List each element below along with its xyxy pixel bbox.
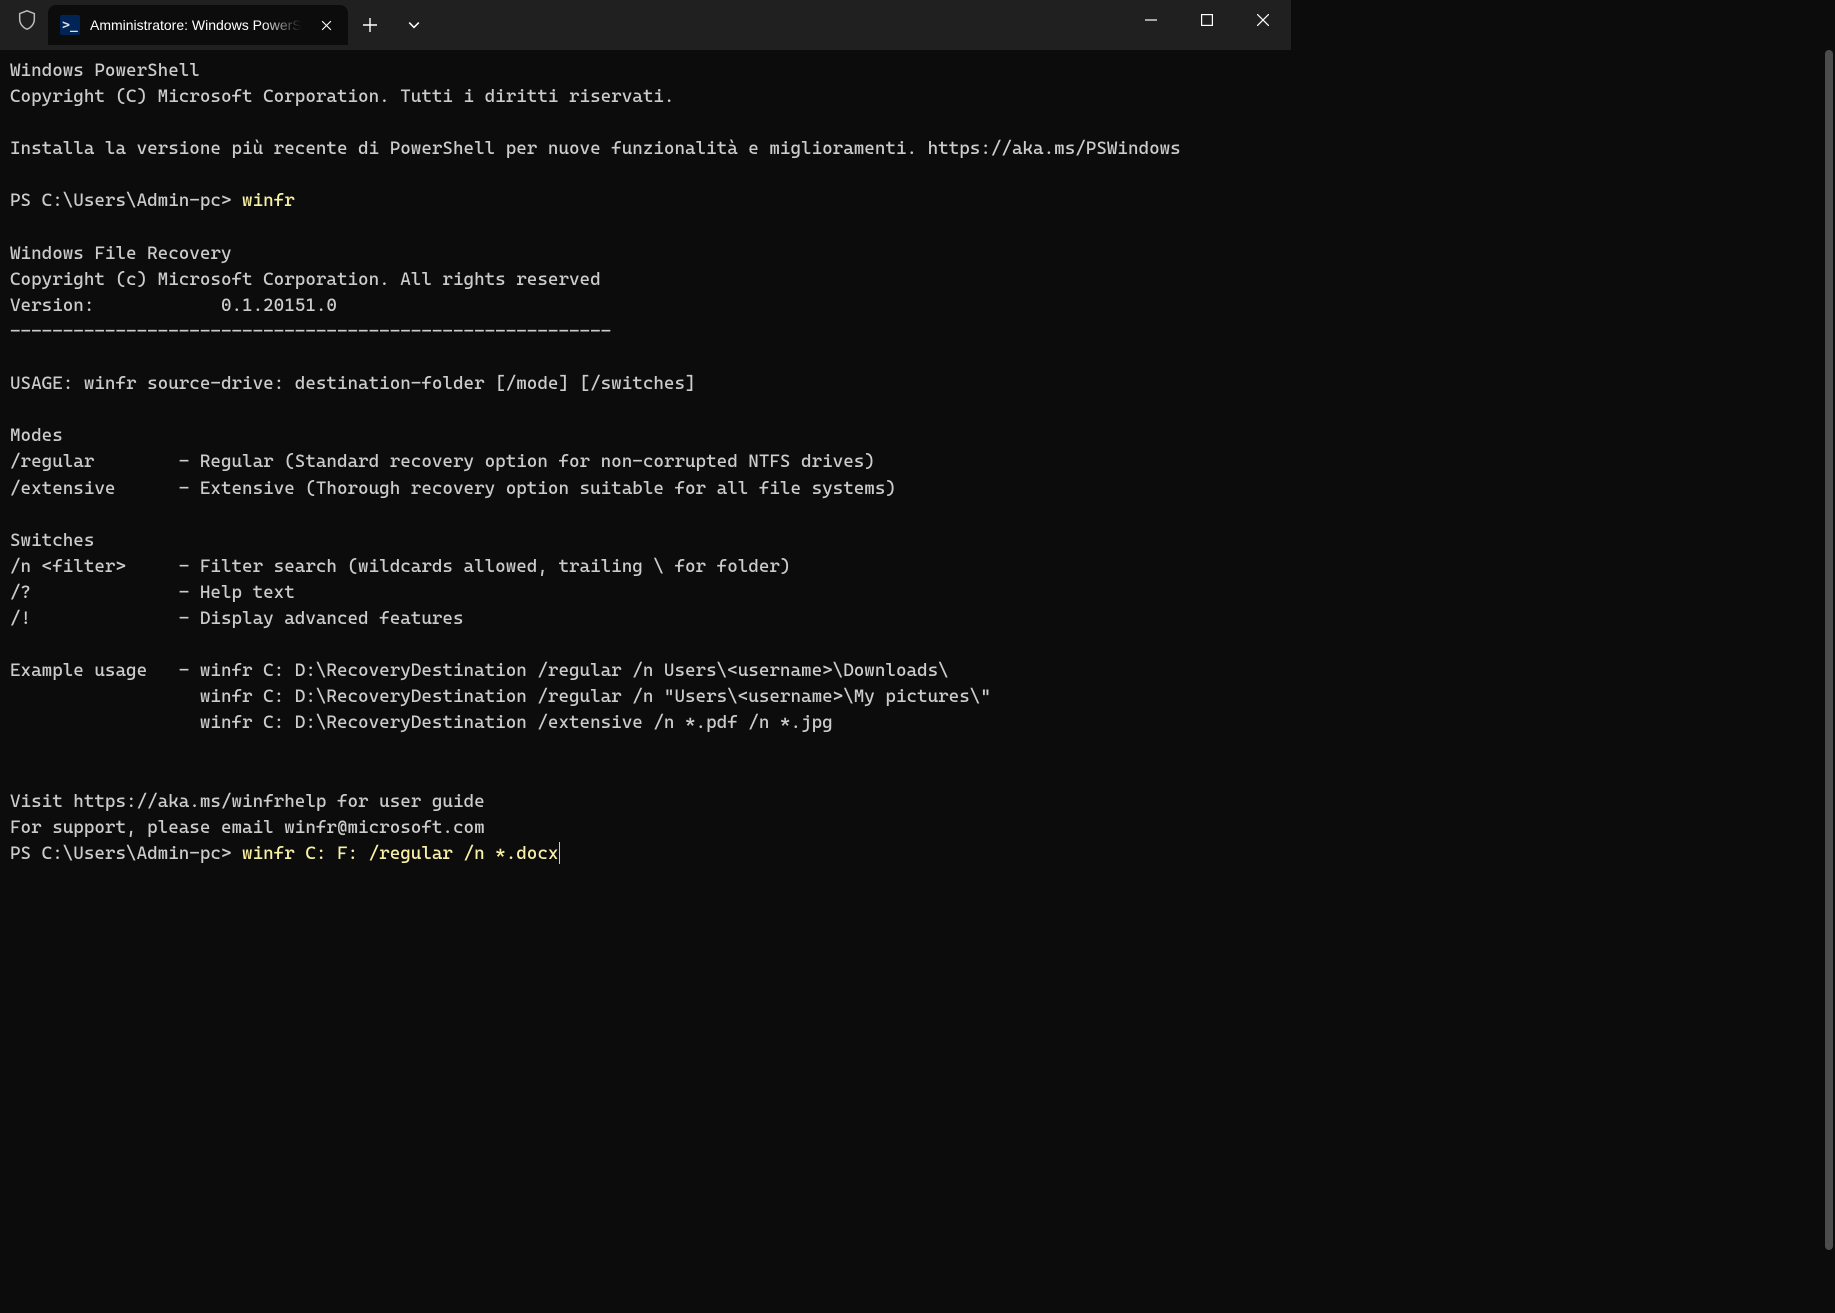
tab-active[interactable]: >_ Amministratore: Windows PowerShell: [48, 5, 348, 45]
scrollbar[interactable]: [1823, 50, 1835, 1313]
shield-icon: [16, 9, 38, 31]
prompt-command: winfr C: F: /regular /n *.docx: [242, 843, 558, 864]
tab-close-button[interactable]: [316, 15, 336, 35]
text-cursor: [559, 842, 560, 864]
minimize-button[interactable]: [1123, 0, 1179, 40]
close-button[interactable]: [1235, 0, 1291, 40]
new-tab-button[interactable]: [348, 5, 392, 45]
titlebar-left: >_ Amministratore: Windows PowerShell: [0, 0, 436, 50]
line: Copyright (C) Microsoft Corporation. Tut…: [10, 86, 674, 107]
line: /! - Display advanced features: [10, 608, 464, 629]
powershell-icon: >_: [60, 15, 80, 35]
line: /regular - Regular (Standard recovery op…: [10, 451, 875, 472]
line: Installa la versione più recente di Powe…: [10, 138, 1181, 159]
line: winfr C: D:\RecoveryDestination /regular…: [10, 686, 991, 707]
terminal-output[interactable]: Windows PowerShell Copyright (C) Microso…: [0, 50, 1291, 906]
line: Switches: [10, 530, 94, 551]
line: Windows PowerShell: [10, 60, 200, 81]
prompt-command: winfr: [242, 190, 295, 211]
line: /? - Help text: [10, 582, 295, 603]
line: For support, please email winfr@microsof…: [10, 817, 485, 838]
tab-actions: [348, 5, 436, 45]
line: winfr C: D:\RecoveryDestination /extensi…: [10, 712, 833, 733]
line: Visit https://aka.ms/winfrhelp for user …: [10, 791, 485, 812]
prompt-prefix: PS C:\Users\Admin-pc>: [10, 190, 242, 211]
line: Windows File Recovery: [10, 243, 231, 264]
prompt-prefix: PS C:\Users\Admin-pc>: [10, 843, 242, 864]
line: Version: 0.1.20151.0: [10, 295, 337, 316]
line: USAGE: winfr source-drive: destination-f…: [10, 373, 696, 394]
titlebar: >_ Amministratore: Windows PowerShell: [0, 0, 1291, 50]
line: Modes: [10, 425, 63, 446]
line: ----------------------------------------…: [10, 321, 611, 342]
line: /extensive - Extensive (Thorough recover…: [10, 478, 896, 499]
maximize-button[interactable]: [1179, 0, 1235, 40]
tab-dropdown-button[interactable]: [392, 5, 436, 45]
tab-title: Amministratore: Windows PowerShell: [90, 17, 306, 33]
scrollbar-thumb[interactable]: [1825, 50, 1833, 1250]
line: Example usage - winfr C: D:\RecoveryDest…: [10, 660, 949, 681]
line: /n <filter> - Filter search (wildcards a…: [10, 556, 790, 577]
window-controls: [1123, 0, 1291, 40]
line: Copyright (c) Microsoft Corporation. All…: [10, 269, 601, 290]
